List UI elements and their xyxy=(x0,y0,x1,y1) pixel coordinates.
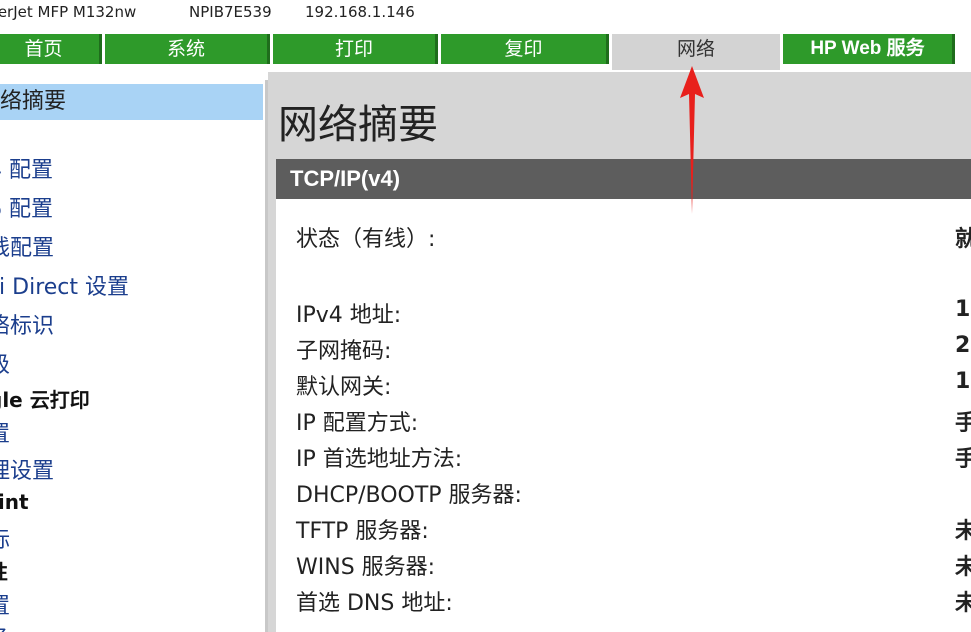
tab-home[interactable]: 首页 xyxy=(0,34,102,64)
sidebar-item-google-cloud-print: gle 云打印 xyxy=(0,388,90,412)
tab-copy[interactable]: 复印 xyxy=(441,34,609,64)
printer-info-bar: serJet MFP M132nw NPIB7E539 192.168.1.14… xyxy=(0,0,971,30)
sidebar-item-setup[interactable]: 置 xyxy=(0,416,10,448)
sidebar-item-network-identification[interactable]: 络标识 xyxy=(0,308,54,340)
default-gateway-label: 默认网关: xyxy=(296,375,392,400)
printer-hostname: NPIB7E539 xyxy=(189,3,272,21)
tab-hp-web-services[interactable]: HP Web 服务 xyxy=(783,34,955,64)
printer-ip: 192.168.1.146 xyxy=(305,3,415,21)
main-content: 网络摘要 TCP/IP(v4) 状态（有线）: 就 IPv4 地址: 19 子网… xyxy=(268,72,971,632)
section-header-tcpip: TCP/IP(v4) xyxy=(276,159,971,199)
ip-config-method-label: IP 配置方式: xyxy=(296,411,419,436)
tcpip-panel: 状态（有线）: 就 IPv4 地址: 19 子网掩码: 25 默认网关: 19 … xyxy=(276,199,971,632)
ip-config-method-value: 手 xyxy=(955,411,971,436)
ipv4-address-value: 19 xyxy=(955,297,971,322)
page-title: 网络摘要 xyxy=(278,102,438,148)
sidebar-nav: 络摘要 4 配置 6 配置 线配置 Fi Direct 设置 络标识 级 gle… xyxy=(0,80,268,632)
sidebar-item-proxy-settings[interactable]: 理设置 xyxy=(0,453,54,485)
sidebar-item-wifi-direct[interactable]: Fi Direct 设置 xyxy=(0,269,129,301)
sidebar-item-wireless-config[interactable]: 线配置 xyxy=(0,230,54,262)
subnet-mask-label: 子网掩码: xyxy=(296,339,392,364)
wins-server-value: 未 xyxy=(955,555,971,580)
printer-model: serJet MFP M132nw xyxy=(0,3,137,21)
sidebar-item-advanced[interactable]: 级 xyxy=(0,347,10,379)
preferred-dns-value: 未 xyxy=(955,591,971,616)
tab-system[interactable]: 系统 xyxy=(105,34,270,64)
sidebar-item-ipv6-config[interactable]: 6 配置 xyxy=(0,191,53,223)
sidebar-item-airprint: rint xyxy=(0,490,29,514)
main-tab-bar: 首页 系统 打印 复印 网络 HP Web 服务 xyxy=(0,34,971,70)
tab-print[interactable]: 打印 xyxy=(273,34,438,64)
sidebar-item-status[interactable]: 标 xyxy=(0,522,10,554)
tftp-server-value: 未 xyxy=(955,519,971,544)
tftp-server-label: TFTP 服务器: xyxy=(296,519,429,544)
status-value: 就 xyxy=(955,227,971,252)
sidebar-item-security: 性 xyxy=(0,556,8,585)
sidebar-item-ipv4-config[interactable]: 4 配置 xyxy=(0,152,53,184)
ip-preferred-method-label: IP 首选地址方法: xyxy=(296,447,463,472)
tab-networking[interactable]: 网络 xyxy=(612,34,780,70)
preferred-dns-label: 首选 DNS 地址: xyxy=(296,591,453,616)
sidebar-item-settings[interactable]: 置 xyxy=(0,588,10,620)
dhcp-server-label: DHCP/BOOTP 服务器: xyxy=(296,483,522,508)
sidebar-item-cert[interactable]: 冬 xyxy=(0,620,10,632)
default-gateway-value: 19 xyxy=(955,369,971,394)
ip-preferred-method-value: 手 xyxy=(955,447,971,472)
ipv4-address-label: IPv4 地址: xyxy=(296,303,402,328)
annotation-arrow-icon xyxy=(680,66,704,214)
subnet-mask-value: 25 xyxy=(955,333,971,358)
sidebar-item-network-summary[interactable]: 络摘要 xyxy=(0,84,263,120)
wins-server-label: WINS 服务器: xyxy=(296,555,436,580)
status-label: 状态（有线）: xyxy=(296,227,436,252)
